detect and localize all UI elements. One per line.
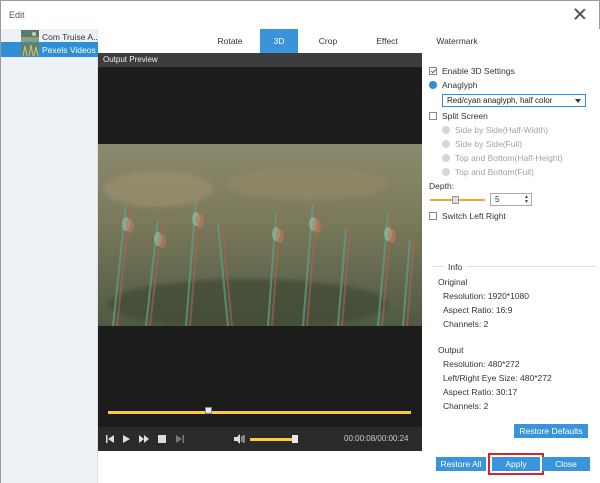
split-option: Side by Side(Half-Width) (442, 125, 548, 135)
close-button[interactable]: Close (542, 457, 590, 471)
split-option: Top and Bottom(Half-Height) (442, 153, 563, 163)
original-heading: Original (438, 277, 468, 287)
enable-3d-label: Enable 3D Settings (442, 66, 515, 76)
playback-controls: 00:00:08/00:00:24 (98, 427, 422, 451)
split-option-label: Side by Side(Half-Width) (455, 125, 549, 135)
anaglyph-mode-value: Red/cyan anaglyph, half color (447, 96, 553, 105)
title-bar: Edit (1, 1, 599, 29)
skip-end-icon[interactable] (174, 433, 186, 445)
output-aspect: Aspect Ratio: 30:17 (443, 387, 518, 397)
info-group: Info Original Resolution: 1920*1080 Aspe… (432, 262, 596, 416)
tab-watermark[interactable]: Watermark (426, 29, 488, 53)
depth-spinner[interactable]: 5 ▲ ▼ (490, 193, 532, 206)
preview-heading: Output Preview (98, 53, 422, 67)
output-channels: Channels: 2 (443, 401, 489, 411)
volume-icon[interactable] (233, 433, 245, 445)
file-list: Com Truise A... Pexels Videos ... (1, 29, 98, 483)
playback-time: 00:00:08/00:00:24 (344, 434, 409, 443)
anaglyph-radio[interactable] (429, 81, 437, 89)
play-icon[interactable] (120, 433, 132, 445)
split-screen-checkbox[interactable] (429, 112, 437, 120)
split-option: Side by Side(Full) (442, 139, 522, 149)
split-option-label: Top and Bottom(Half-Height) (455, 153, 563, 163)
file-name: Pexels Videos ... (42, 44, 98, 55)
split-screen-row[interactable]: Split Screen (429, 111, 488, 121)
original-resolution: Resolution: 1920*1080 (443, 291, 530, 301)
seek-handle[interactable] (204, 407, 212, 414)
split-option-radio (442, 140, 450, 148)
original-aspect: Aspect Ratio: 16:9 (443, 305, 513, 315)
video-thumbnail-icon (21, 43, 39, 56)
chevron-down-icon (575, 99, 581, 103)
depth-handle[interactable] (452, 196, 459, 204)
edit-tabs: Rotate 3D Crop Effect Watermark (98, 29, 600, 53)
output-resolution: Resolution: 480*272 (443, 359, 520, 369)
tab-rotate[interactable]: Rotate (202, 29, 258, 53)
switch-lr-label: Switch Left Right (442, 211, 506, 221)
edit-dialog: Edit Com Truise A... Pexels Videos ... R… (0, 0, 600, 483)
original-channels: Channels: 2 (443, 319, 489, 329)
restore-defaults-button[interactable]: Restore Defaults (514, 424, 588, 438)
split-option-radio (442, 126, 450, 134)
switch-lr-checkbox[interactable] (429, 212, 437, 220)
fast-forward-icon[interactable] (138, 433, 150, 445)
restore-all-button[interactable]: Restore All (436, 457, 486, 471)
seek-bar[interactable] (108, 411, 411, 414)
window-title: Edit (9, 10, 25, 20)
output-preview-panel: Output Preview 00:00:08/00:00:24 (98, 53, 422, 451)
enable-3d-checkbox[interactable] (429, 67, 437, 75)
tab-3d[interactable]: 3D (260, 29, 298, 53)
depth-value: 5 (495, 195, 500, 204)
output-heading: Output (438, 345, 464, 355)
3d-settings-panel: Enable 3D Settings Anaglyph Red/cyan ana… (422, 53, 600, 451)
depth-label: Depth: (429, 181, 455, 191)
split-option: Top and Bottom(Full) (442, 167, 534, 177)
file-list-item-selected[interactable]: Pexels Videos ... (1, 42, 98, 57)
split-option-radio (442, 168, 450, 176)
split-option-label: Side by Side(Full) (455, 139, 523, 149)
spinner-arrows-icon[interactable]: ▲ ▼ (524, 195, 529, 205)
apply-button[interactable]: Apply (492, 457, 540, 471)
close-icon[interactable] (573, 7, 587, 21)
stop-icon[interactable] (156, 433, 168, 445)
tab-crop[interactable]: Crop (303, 29, 353, 53)
output-eye-size: Left/Right Eye Size: 480*272 (443, 373, 552, 383)
dialog-footer: Restore All Apply Close (98, 451, 600, 483)
tab-effect[interactable]: Effect (362, 29, 412, 53)
volume-handle[interactable] (292, 435, 298, 443)
split-screen-label: Split Screen (442, 111, 488, 121)
anaglyph-row[interactable]: Anaglyph (429, 80, 477, 90)
video-frame (98, 144, 422, 326)
anaglyph-label: Anaglyph (442, 80, 478, 90)
file-name: Com Truise A... (42, 31, 98, 42)
split-option-radio (442, 154, 450, 162)
anaglyph-mode-select[interactable]: Red/cyan anaglyph, half color (442, 94, 586, 107)
volume-slider[interactable] (250, 438, 295, 441)
split-option-label: Top and Bottom(Full) (455, 167, 534, 177)
enable-3d-row[interactable]: Enable 3D Settings (429, 66, 515, 76)
switch-lr-row[interactable]: Switch Left Right (429, 211, 506, 221)
info-legend: Info (444, 262, 467, 272)
skip-start-icon[interactable] (104, 433, 116, 445)
